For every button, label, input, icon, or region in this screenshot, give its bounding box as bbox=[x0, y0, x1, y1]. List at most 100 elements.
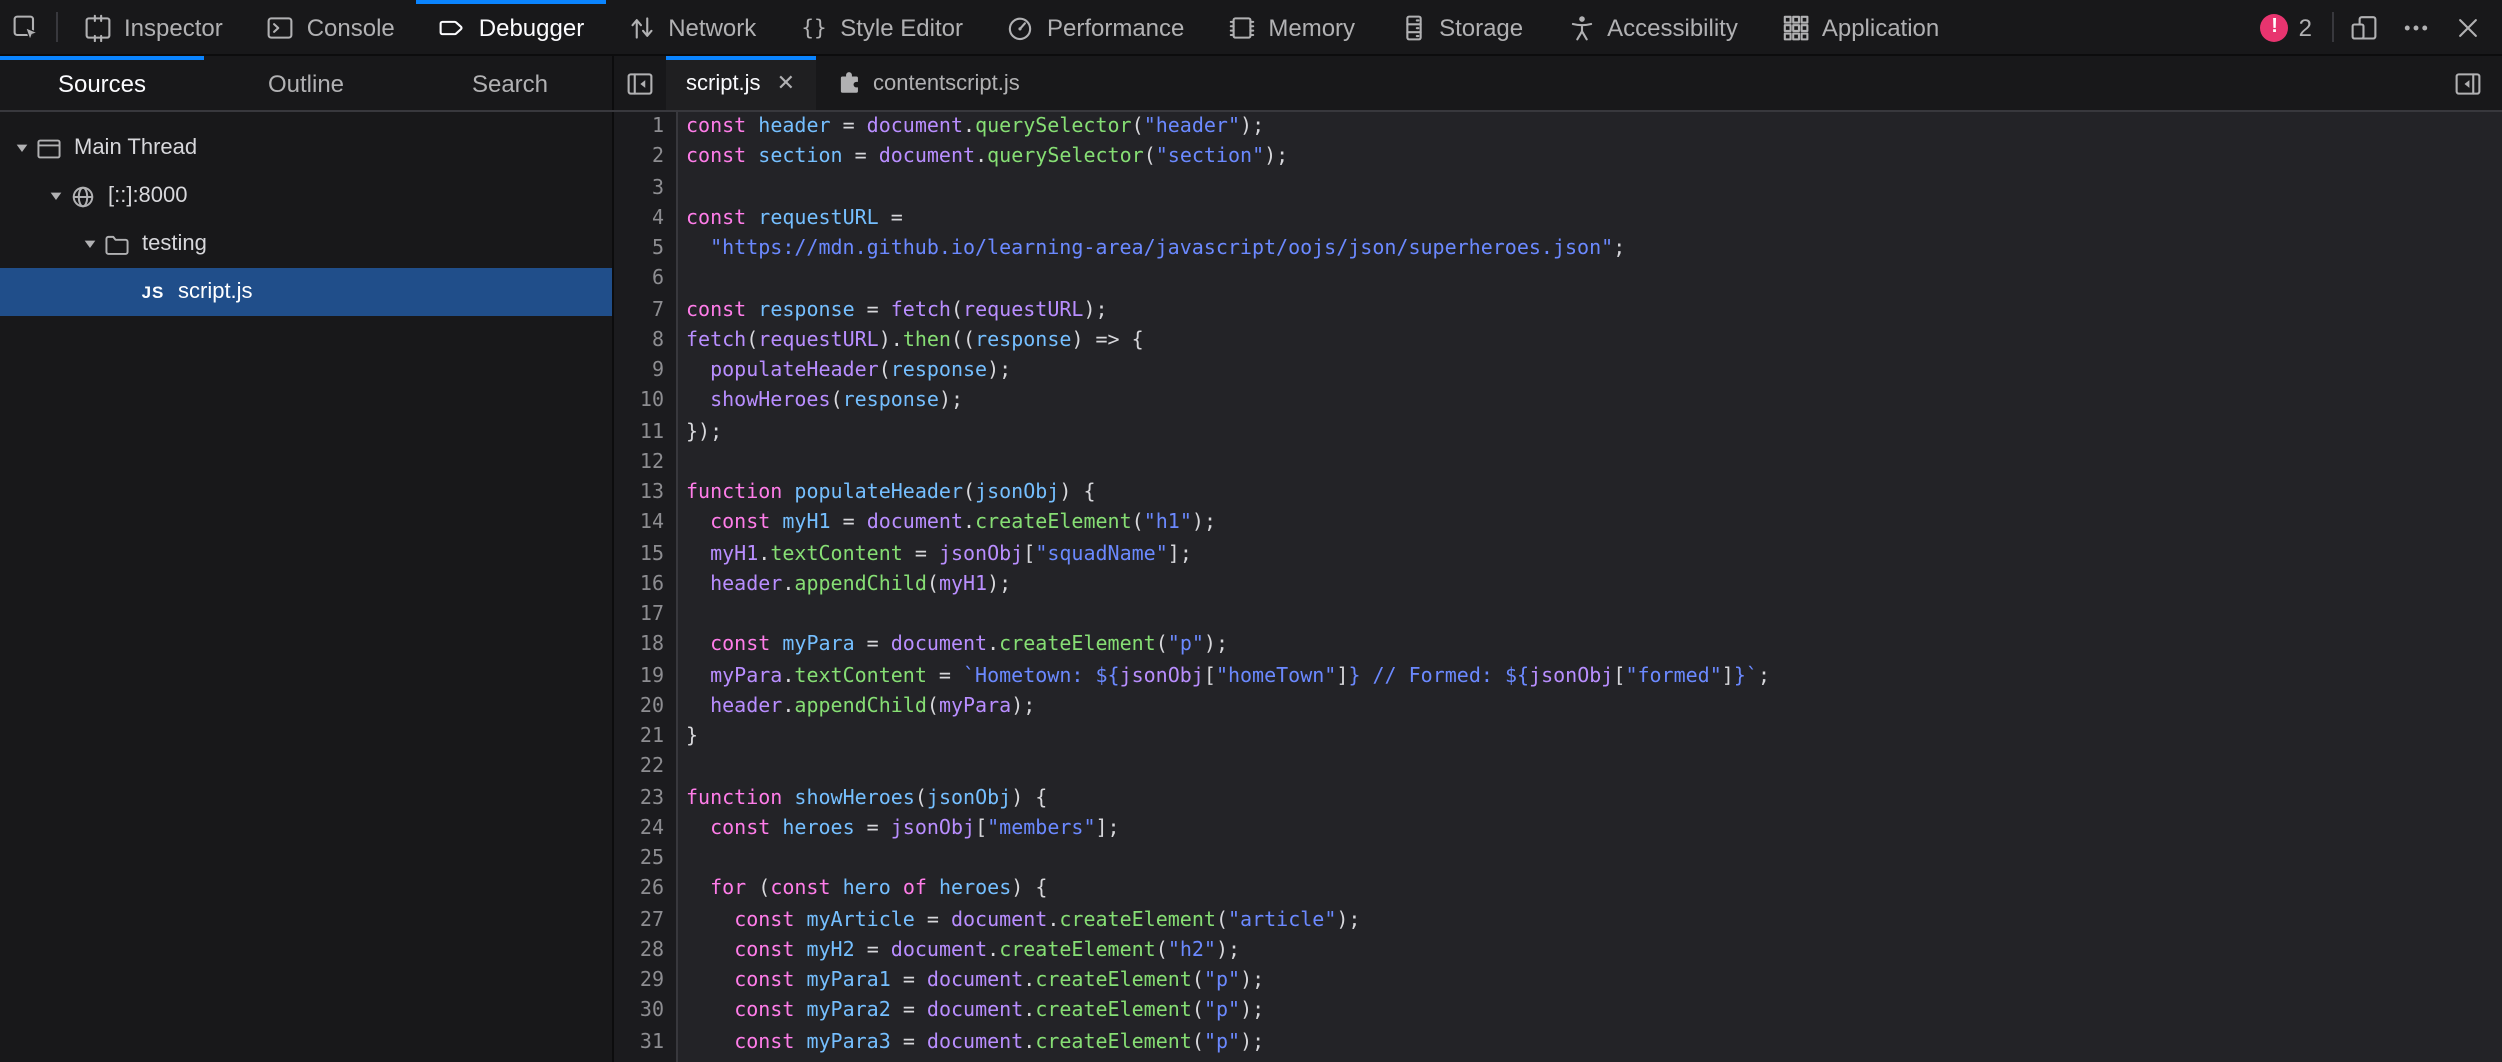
tab-label: Storage bbox=[1439, 13, 1523, 41]
code-line[interactable]: const heroes = jsonObj["members"]; bbox=[686, 814, 2502, 845]
responsive-design-icon bbox=[2350, 13, 2378, 41]
code-line[interactable]: "https://mdn.github.io/learning-area/jav… bbox=[686, 234, 2502, 265]
line-number[interactable]: 5 bbox=[614, 234, 664, 265]
style-editor-icon: {} bbox=[800, 13, 828, 41]
tree-item-testing[interactable]: testing bbox=[0, 220, 612, 268]
line-number[interactable]: 8 bbox=[614, 326, 664, 357]
close-tab-icon[interactable]: ✕ bbox=[773, 70, 795, 96]
devtools-tab-memory[interactable]: Memory bbox=[1206, 0, 1377, 54]
code-line[interactable] bbox=[686, 844, 2502, 875]
line-number[interactable]: 25 bbox=[614, 844, 664, 875]
tab-label: Accessibility bbox=[1607, 13, 1738, 41]
code-line[interactable] bbox=[686, 600, 2502, 631]
line-number[interactable]: 7 bbox=[614, 295, 664, 326]
expand-arrow-icon[interactable] bbox=[42, 188, 70, 204]
code-line[interactable]: showHeroes(response); bbox=[686, 387, 2502, 418]
devtools-tab-performance[interactable]: Performance bbox=[985, 0, 1206, 54]
devtools-tab-storage[interactable]: Storage bbox=[1377, 0, 1545, 54]
meatball-menu-button[interactable] bbox=[2390, 0, 2442, 54]
line-number[interactable]: 26 bbox=[614, 875, 664, 906]
toolbar-actions bbox=[2338, 0, 2494, 54]
line-number[interactable]: 2 bbox=[614, 143, 664, 174]
devtools-tab-network[interactable]: Network bbox=[606, 0, 778, 54]
line-number[interactable]: 16 bbox=[614, 570, 664, 601]
line-number[interactable]: 22 bbox=[614, 753, 664, 784]
code-line[interactable]: header.appendChild(myH1); bbox=[686, 570, 2502, 601]
line-number[interactable]: 15 bbox=[614, 539, 664, 570]
line-number[interactable]: 17 bbox=[614, 600, 664, 631]
tree-item--8000[interactable]: [::]:8000 bbox=[0, 172, 612, 220]
line-number[interactable]: 21 bbox=[614, 722, 664, 753]
line-number[interactable]: 13 bbox=[614, 478, 664, 509]
responsive-design-button[interactable] bbox=[2338, 0, 2390, 54]
code-line[interactable]: const response = fetch(requestURL); bbox=[686, 295, 2502, 326]
code-line[interactable] bbox=[686, 265, 2502, 296]
line-number[interactable]: 19 bbox=[614, 661, 664, 692]
collapse-left-panel-button[interactable] bbox=[614, 56, 666, 110]
devtools-tab-application[interactable]: Application bbox=[1760, 0, 1961, 54]
line-number[interactable]: 10 bbox=[614, 387, 664, 418]
line-number[interactable]: 29 bbox=[614, 966, 664, 997]
source-tab-script-js[interactable]: script.js✕ bbox=[666, 56, 815, 110]
code-line[interactable]: function showHeroes(jsonObj) { bbox=[686, 783, 2502, 814]
code-line[interactable] bbox=[686, 448, 2502, 479]
code-line[interactable]: const header = document.querySelector("h… bbox=[686, 112, 2502, 143]
devtools-tab-inspector[interactable]: Inspector bbox=[62, 0, 245, 54]
devtools-tab-accessibility[interactable]: Accessibility bbox=[1545, 0, 1760, 54]
line-number[interactable]: 27 bbox=[614, 905, 664, 936]
code-line[interactable]: fetch(requestURL).then((response) => { bbox=[686, 326, 2502, 357]
line-number[interactable]: 23 bbox=[614, 783, 664, 814]
sidebar-tab-outline[interactable]: Outline bbox=[204, 56, 408, 110]
code-content[interactable]: const header = document.querySelector("h… bbox=[678, 112, 2502, 1062]
devtools-tab-console[interactable]: Console bbox=[245, 0, 417, 54]
collapse-right-panel-button[interactable] bbox=[2442, 56, 2494, 110]
line-number[interactable]: 24 bbox=[614, 814, 664, 845]
close-button[interactable] bbox=[2442, 0, 2494, 54]
expand-arrow-icon[interactable] bbox=[76, 236, 104, 252]
devtools-tab-debugger[interactable]: Debugger bbox=[417, 0, 606, 54]
line-number[interactable]: 3 bbox=[614, 173, 664, 204]
line-number[interactable]: 12 bbox=[614, 448, 664, 479]
line-number[interactable]: 1 bbox=[614, 112, 664, 143]
code-line[interactable]: }); bbox=[686, 417, 2502, 448]
code-line[interactable]: const myH1 = document.createElement("h1"… bbox=[686, 509, 2502, 540]
tree-item-script-js[interactable]: JSscript.js bbox=[0, 268, 612, 316]
sidebar-tab-sources[interactable]: Sources bbox=[0, 56, 204, 110]
code-line[interactable]: myH1.textContent = jsonObj["squadName"]; bbox=[686, 539, 2502, 570]
code-line[interactable]: const section = document.querySelector("… bbox=[686, 143, 2502, 174]
code-line[interactable]: const myPara1 = document.createElement("… bbox=[686, 966, 2502, 997]
code-line[interactable]: const myArticle = document.createElement… bbox=[686, 905, 2502, 936]
devtools-tab-style-editor[interactable]: {}Style Editor bbox=[778, 0, 985, 54]
code-line[interactable]: const myPara2 = document.createElement("… bbox=[686, 997, 2502, 1028]
line-number[interactable]: 14 bbox=[614, 509, 664, 540]
expand-arrow-icon[interactable] bbox=[8, 140, 36, 156]
code-line[interactable]: const myH2 = document.createElement("h2"… bbox=[686, 936, 2502, 967]
code-line[interactable]: header.appendChild(myPara); bbox=[686, 692, 2502, 723]
line-number[interactable]: 30 bbox=[614, 997, 664, 1028]
code-line[interactable]: for (const hero of heroes) { bbox=[686, 875, 2502, 906]
code-line[interactable] bbox=[686, 753, 2502, 784]
code-line[interactable]: const requestURL = bbox=[686, 204, 2502, 235]
code-line[interactable]: myPara.textContent = `Hometown: ${jsonOb… bbox=[686, 661, 2502, 692]
error-count-button[interactable]: ! 2 bbox=[2245, 0, 2328, 54]
code-line[interactable]: const myPara = document.createElement("p… bbox=[686, 631, 2502, 662]
element-picker-button[interactable] bbox=[0, 0, 52, 54]
line-number[interactable]: 28 bbox=[614, 936, 664, 967]
line-number[interactable]: 6 bbox=[614, 265, 664, 296]
code-line[interactable] bbox=[686, 173, 2502, 204]
tree-item-main-thread[interactable]: Main Thread bbox=[0, 124, 612, 172]
source-tab-contentscript-js[interactable]: contentscript.js bbox=[815, 56, 1040, 110]
storage-icon bbox=[1399, 13, 1427, 41]
line-number[interactable]: 20 bbox=[614, 692, 664, 723]
line-number[interactable]: 4 bbox=[614, 204, 664, 235]
line-number[interactable]: 18 bbox=[614, 631, 664, 662]
line-number[interactable]: 11 bbox=[614, 417, 664, 448]
line-number[interactable]: 31 bbox=[614, 1027, 664, 1058]
tab-label: Outline bbox=[268, 69, 344, 97]
line-number[interactable]: 9 bbox=[614, 356, 664, 387]
code-line[interactable]: function populateHeader(jsonObj) { bbox=[686, 478, 2502, 509]
code-line[interactable]: const myPara3 = document.createElement("… bbox=[686, 1027, 2502, 1058]
code-line[interactable]: } bbox=[686, 722, 2502, 753]
code-line[interactable]: populateHeader(response); bbox=[686, 356, 2502, 387]
sidebar-tab-search[interactable]: Search bbox=[408, 56, 612, 110]
